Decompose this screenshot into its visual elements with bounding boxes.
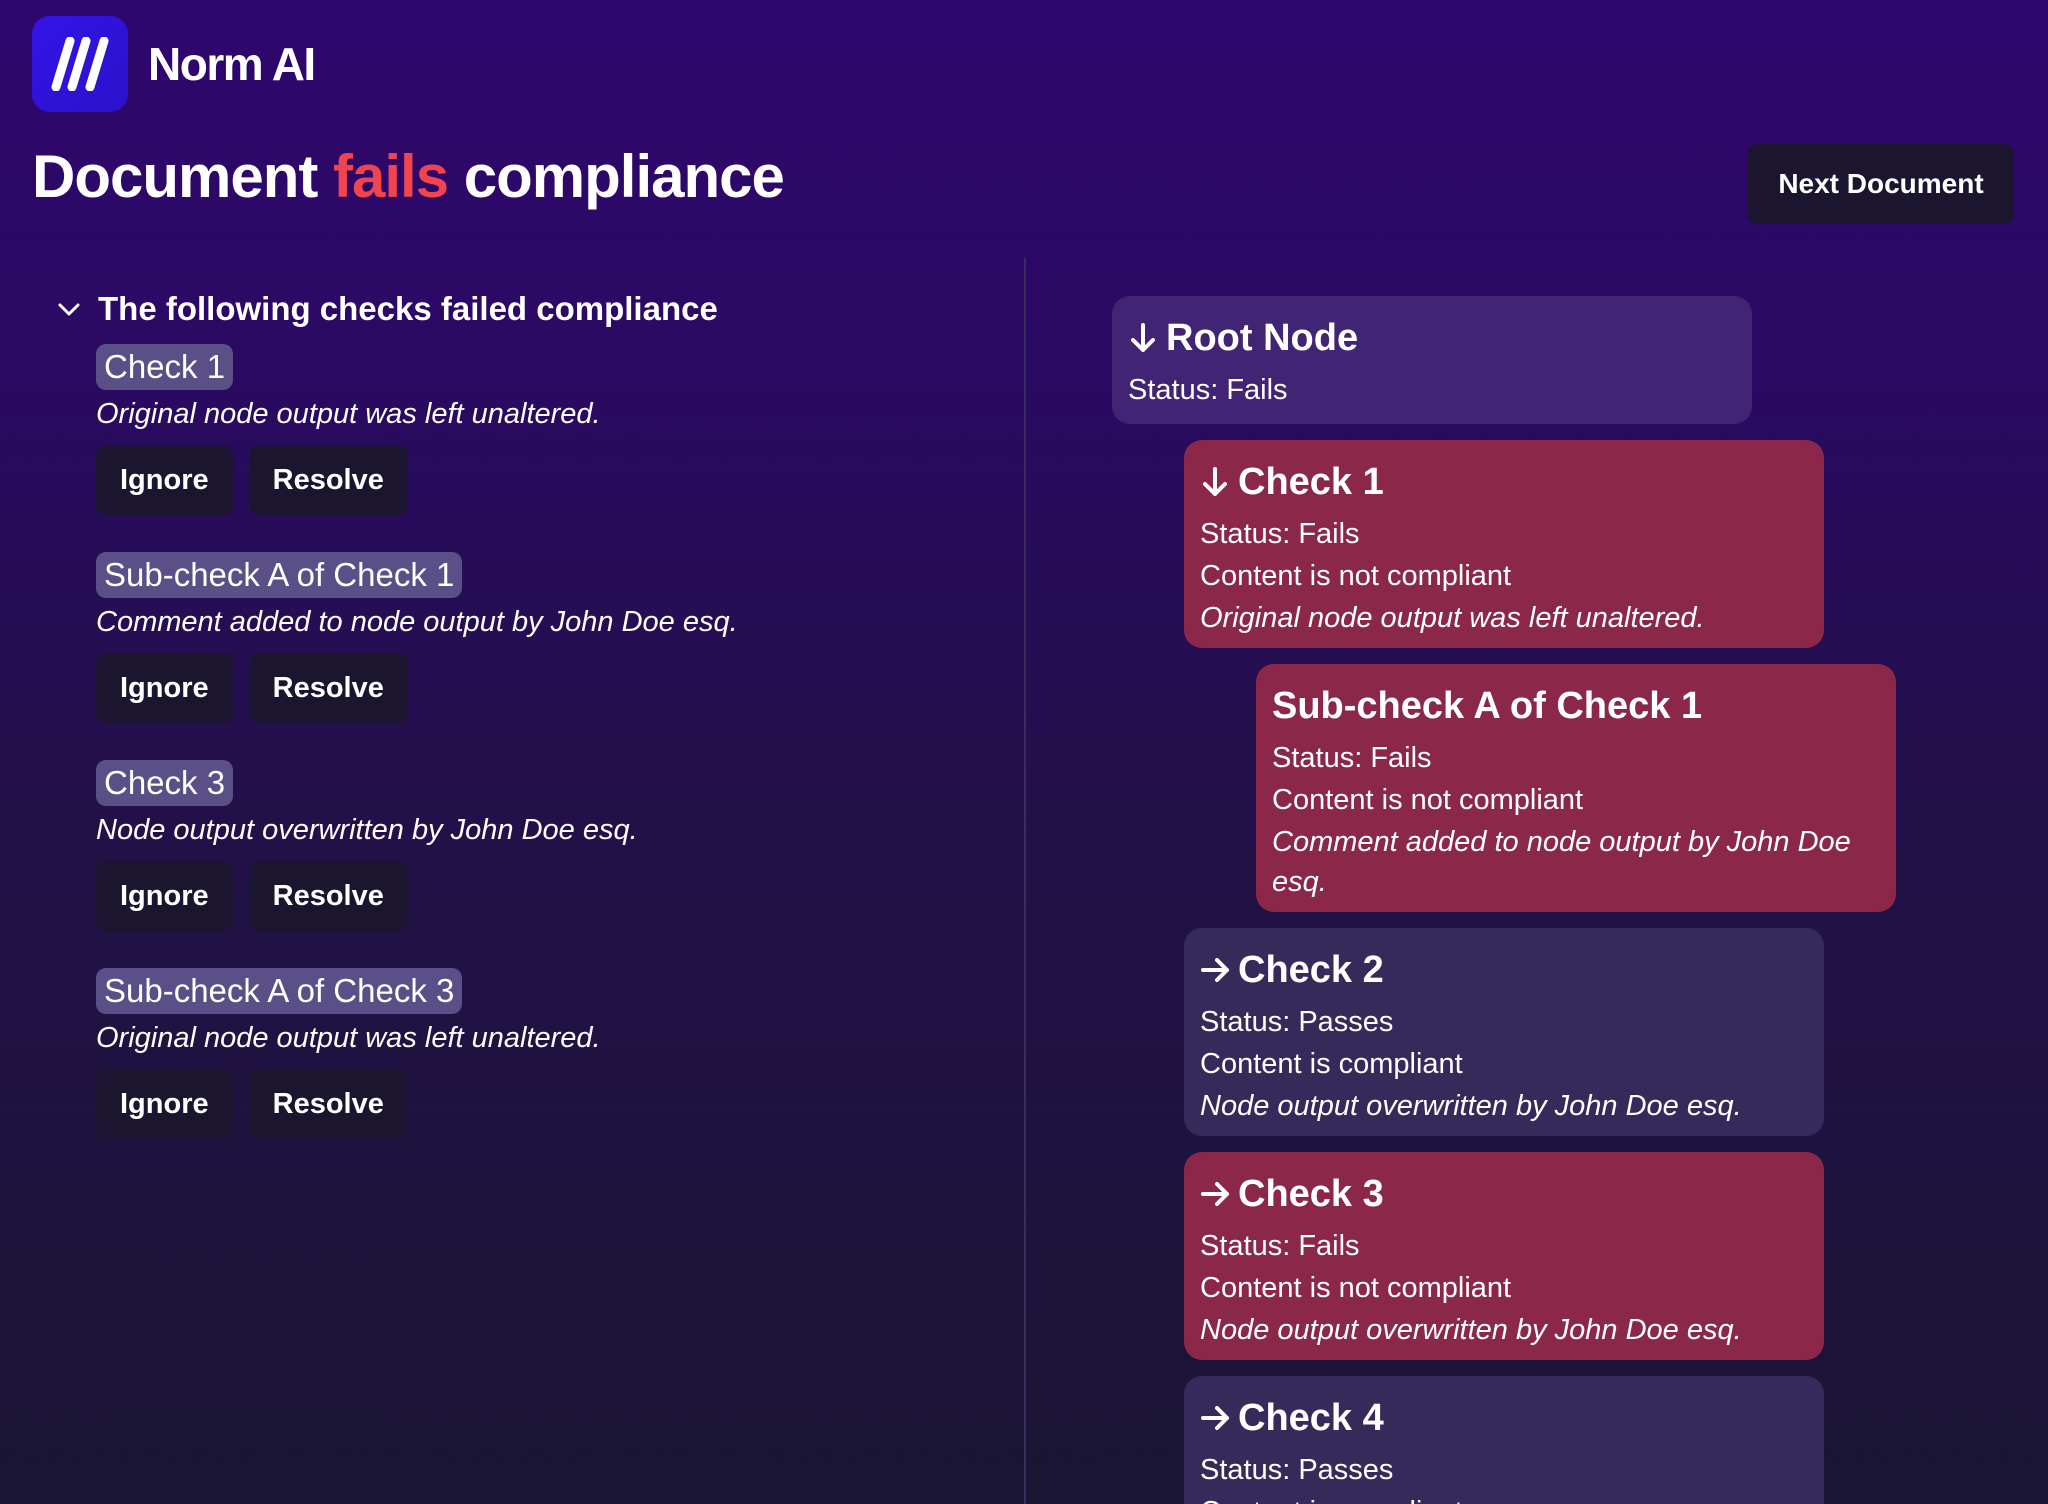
app-header: Norm AI: [32, 16, 316, 112]
ignore-button[interactable]: Ignore: [96, 1069, 233, 1139]
node-note: Original node output was left unaltered.: [1200, 602, 1705, 634]
check-description: Comment added to node output by John Doe…: [96, 606, 738, 638]
arrow-down-icon: [1131, 323, 1155, 352]
check-actions: Ignore Resolve: [96, 1069, 601, 1139]
node-status: Status: Fails: [1200, 518, 1360, 550]
check-description: Original node output was left unaltered.: [96, 1022, 601, 1054]
check-tag: Sub-check A of Check 3: [96, 968, 463, 1014]
title-status: fails: [333, 143, 449, 210]
tree-node-check-4[interactable]: Check 4 Status: Passes Content is compli…: [1184, 1376, 1824, 1504]
arrow-down-icon: [1203, 467, 1227, 496]
node-note: Node output overwritten by John Doe esq.: [1200, 1314, 1742, 1346]
node-title: Sub-check A of Check 1: [1272, 685, 1703, 727]
node-title: Check 1: [1238, 461, 1384, 503]
failed-check-item: Sub-check A of Check 3 Original node out…: [96, 968, 601, 1139]
node-title: Check 4: [1238, 1397, 1384, 1439]
node-title: Root Node: [1166, 317, 1359, 359]
node-compliance: Content is not compliant: [1200, 560, 1512, 592]
tree-node-check-1[interactable]: Check 1 Status: Fails Content is not com…: [1184, 440, 1824, 648]
failed-check-item: Check 3 Node output overwritten by John …: [96, 760, 638, 931]
node-compliance: Content is compliant: [1200, 1048, 1463, 1080]
ignore-button[interactable]: Ignore: [96, 445, 233, 515]
panel-divider: [1024, 258, 1026, 1504]
node-compliance: Content is not compliant: [1272, 784, 1584, 816]
node-title: Check 2: [1238, 949, 1384, 991]
node-status: Status: Fails: [1272, 742, 1432, 774]
resolve-button[interactable]: Resolve: [248, 653, 408, 723]
tree-node-root[interactable]: Root Node Status: Fails: [1112, 296, 1752, 424]
tree-node-check-3[interactable]: Check 3 Status: Fails Content is not com…: [1184, 1152, 1824, 1360]
check-actions: Ignore Resolve: [96, 653, 738, 723]
node-status: Status: Fails: [1128, 374, 1288, 406]
node-compliance: Content is compliant: [1200, 1492, 1808, 1504]
node-title: Check 3: [1238, 1173, 1384, 1215]
norm-ai-logo-icon: [32, 16, 128, 112]
arrow-right-icon: [1201, 1182, 1229, 1206]
tree-node-check-2[interactable]: Check 2 Status: Passes Content is compli…: [1184, 928, 1824, 1136]
resolve-button[interactable]: Resolve: [248, 861, 408, 931]
arrow-right-icon: [1201, 958, 1229, 982]
title-suffix: compliance: [463, 143, 785, 210]
tree-node-subcheck-a-check-1[interactable]: Sub-check A of Check 1 Status: Fails Con…: [1256, 664, 1896, 912]
failed-check-item: Sub-check A of Check 1 Comment added to …: [96, 552, 738, 723]
check-description: Node output overwritten by John Doe esq.: [96, 814, 638, 846]
failed-check-item: Check 1 Original node output was left un…: [96, 344, 601, 515]
check-tag: Check 3: [96, 760, 234, 806]
title-prefix: Document: [32, 143, 318, 210]
node-status: Status: Passes: [1200, 1006, 1394, 1038]
node-compliance: Content is not compliant: [1200, 1272, 1512, 1304]
ignore-button[interactable]: Ignore: [96, 861, 233, 931]
check-tag: Check 1: [96, 344, 234, 390]
check-description: Original node output was left unaltered.: [96, 398, 601, 430]
failed-checks-toggle[interactable]: The following checks failed compliance: [54, 290, 718, 328]
node-note: Node output overwritten by John Doe esq.: [1200, 1090, 1742, 1122]
failed-checks-heading: The following checks failed compliance: [98, 290, 718, 327]
arrow-right-icon: [1201, 1406, 1229, 1430]
chevron-down-icon: [58, 303, 80, 316]
resolve-button[interactable]: Resolve: [248, 1069, 408, 1139]
ignore-button[interactable]: Ignore: [96, 653, 233, 723]
next-document-button[interactable]: Next Document: [1748, 144, 2014, 224]
node-status: Status: Passes: [1200, 1454, 1394, 1486]
node-status: Status: Fails: [1200, 1230, 1360, 1262]
node-note: Comment added to node output by John Doe…: [1272, 826, 1851, 898]
resolve-button[interactable]: Resolve: [248, 445, 408, 515]
check-actions: Ignore Resolve: [96, 445, 601, 515]
check-tag: Sub-check A of Check 1: [96, 552, 463, 598]
brand-name: Norm AI: [148, 38, 316, 90]
check-actions: Ignore Resolve: [96, 861, 638, 931]
page-title: Document fails compliance: [32, 142, 785, 211]
